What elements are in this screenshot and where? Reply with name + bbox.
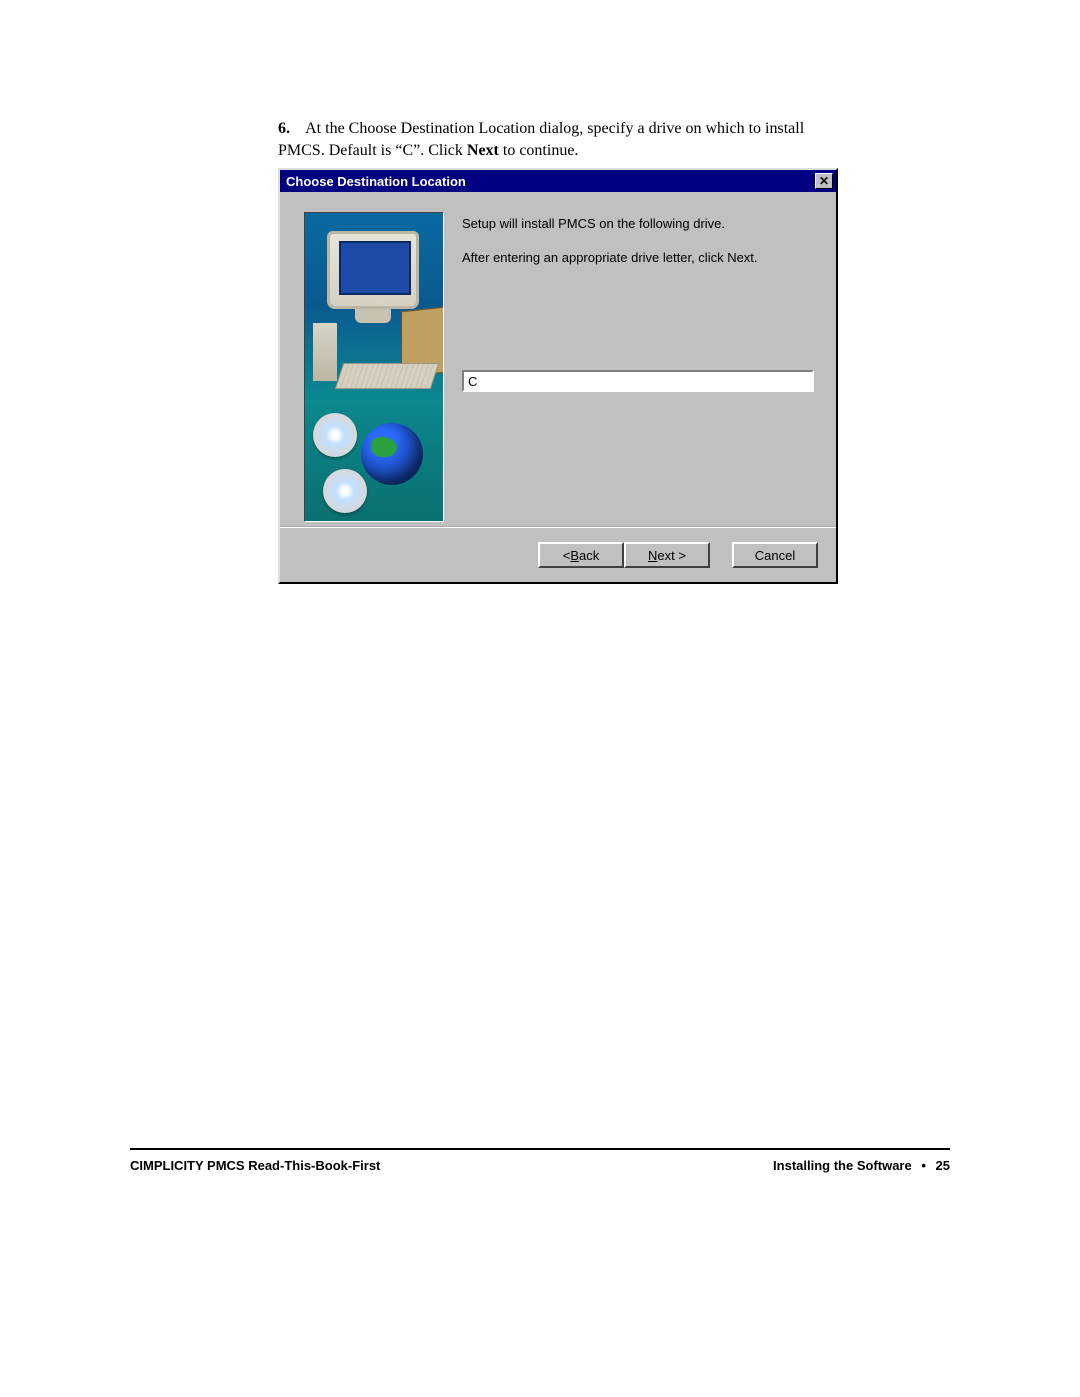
footer-page-number: 25 — [936, 1158, 950, 1173]
back-suffix: ack — [579, 548, 599, 563]
footer-rule — [130, 1148, 950, 1150]
instruction-step: 6. At the Choose Destination Location di… — [278, 118, 838, 161]
back-underline: B — [570, 548, 579, 563]
choose-destination-dialog: Choose Destination Location ✕ Setup will… — [278, 168, 838, 584]
drive-letter-input[interactable] — [462, 370, 814, 392]
back-button[interactable]: < Back — [538, 542, 624, 568]
dialog-titlebar[interactable]: Choose Destination Location ✕ — [280, 170, 836, 192]
cancel-button[interactable]: Cancel — [732, 542, 818, 568]
next-underline: N — [648, 548, 657, 563]
footer-left: CIMPLICITY PMCS Read-This-Book-First — [130, 1158, 380, 1173]
globe-icon — [361, 423, 423, 485]
back-prefix: < — [563, 548, 571, 563]
cd-icon — [313, 413, 357, 457]
monitor-icon — [327, 231, 419, 309]
cd-icon — [323, 469, 367, 513]
footer-section: Installing the Software — [773, 1158, 912, 1173]
keyboard-icon — [335, 363, 439, 389]
step-text-bold: Next — [467, 142, 499, 159]
monitor-stand-icon — [355, 309, 391, 323]
pc-tower-icon — [313, 323, 337, 381]
step-text-part2: to continue. — [499, 142, 579, 159]
dialog-message-line1: Setup will install PMCS on the following… — [462, 214, 816, 234]
footer-dot: • — [921, 1158, 926, 1173]
installer-graphic — [304, 212, 444, 522]
dialog-button-row: < Back Next > Cancel — [280, 526, 836, 582]
dialog-body: Setup will install PMCS on the following… — [280, 192, 836, 582]
dialog-title: Choose Destination Location — [286, 174, 815, 189]
footer-right: Installing the Software • 25 — [773, 1158, 950, 1173]
dialog-message: Setup will install PMCS on the following… — [462, 214, 816, 281]
next-button[interactable]: Next > — [624, 542, 710, 568]
close-icon[interactable]: ✕ — [815, 173, 833, 189]
document-page: 6. At the Choose Destination Location di… — [0, 0, 1080, 1397]
dialog-message-line2: After entering an appropriate drive lett… — [462, 248, 816, 268]
step-number: 6. — [278, 118, 302, 140]
page-footer: CIMPLICITY PMCS Read-This-Book-First Ins… — [130, 1158, 950, 1173]
next-suffix: ext > — [657, 548, 686, 563]
step-text: At the Choose Destination Location dialo… — [278, 120, 804, 159]
